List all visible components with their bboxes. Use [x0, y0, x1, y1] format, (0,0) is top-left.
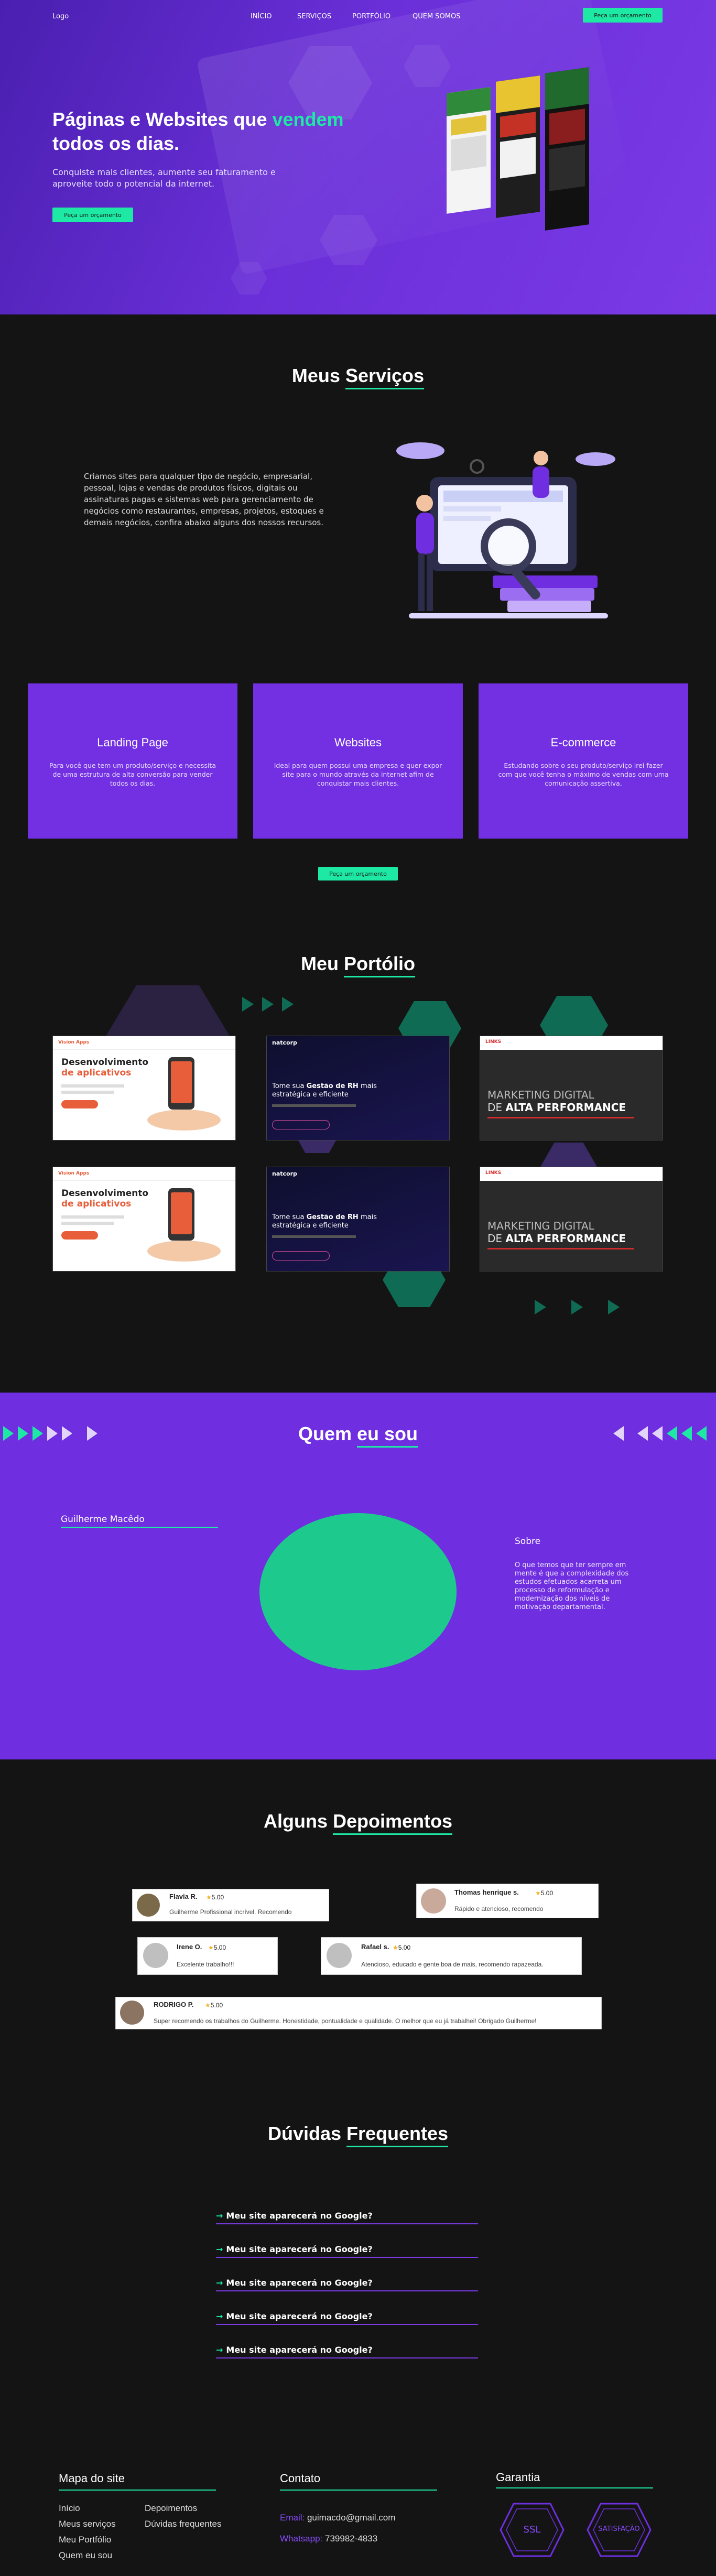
portfolio-item-apps-1[interactable]: Vision Apps Desenvolvimento de aplicativ… — [52, 1036, 236, 1140]
about-section: Quem eu sou Guilherme Macêdo Sobre O que… — [0, 1393, 716, 1759]
faq-item[interactable]: → Meu site aparecerá no Google? — [216, 2211, 478, 2224]
arrow-right-icon: → — [216, 2211, 223, 2221]
faq-item[interactable]: → Meu site aparecerá no Google? — [216, 2244, 478, 2258]
arrow-right-icon: → — [216, 2278, 223, 2288]
footer-link[interactable]: Início — [59, 2503, 80, 2514]
portfolio-item-natcorp-1[interactable]: natcorp Tome sua Gestão de RH mais estra… — [266, 1036, 450, 1140]
hero-section: Logo INÍCIO SERVIÇOS PORTFÓLIO QUEM SOMO… — [0, 0, 716, 314]
about-name: Guilherme Macêdo — [61, 1514, 145, 1525]
star-icon: ★ — [208, 1944, 214, 1951]
hero-subtitle: Conquiste mais clientes, aumente seu fat… — [52, 167, 276, 189]
about-photo-placeholder — [259, 1513, 457, 1670]
guarantee-title: Garantia — [496, 2471, 540, 2484]
footer: Mapa do site Início Meus serviços Meu Po… — [0, 2442, 716, 2576]
portfolio-item-apps-2[interactable]: Vision Apps Desenvolvimento de aplicativ… — [52, 1167, 236, 1271]
service-card-text: Ideal para quem possui uma empresa e que… — [274, 762, 442, 787]
footer-link[interactable]: Meus serviços — [59, 2519, 116, 2529]
contact-email[interactable]: Email: guimacdo@gmail.com — [280, 2513, 395, 2523]
ssl-badge-icon: SSL — [498, 2501, 566, 2559]
services-illustration — [388, 435, 619, 634]
contact-title: Contato — [280, 2472, 321, 2485]
service-card-text: Estudando sobre o seu produto/serviço ir… — [498, 762, 669, 787]
faq-item[interactable]: → Meu site aparecerá no Google? — [216, 2278, 478, 2291]
services-quote-button[interactable]: Peça um orçamento — [318, 867, 398, 881]
about-side-text: O que temos que ter sempre em mente é qu… — [515, 1561, 629, 1611]
nav-link-portfolio[interactable]: PORTFÓLIO — [352, 13, 390, 20]
mockup-page-1 — [447, 87, 491, 214]
faq-title: Dúvidas Frequentes — [0, 2123, 716, 2147]
mockup-page-3 — [545, 67, 589, 231]
contact-whatsapp[interactable]: Whatsapp: 739982-4833 — [280, 2534, 377, 2544]
nav-link-servicos[interactable]: SERVIÇOS — [297, 13, 331, 20]
testimonial-card: Flavia R. ★5.00 Guilherme Profissional i… — [132, 1889, 329, 1921]
faq-item[interactable]: → Meu site aparecerá no Google? — [216, 2345, 478, 2358]
testimonials-title: Alguns Depoimentos — [0, 1810, 716, 1835]
testimonial-card: Rafael s. ★5.00 Atencioso, educado e gen… — [321, 1937, 582, 1975]
hero-quote-button[interactable]: Peça um orçamento — [52, 208, 133, 222]
nav-link-quem-somos[interactable]: QUEM SOMOS — [413, 13, 461, 20]
mockup-page-2 — [496, 75, 540, 218]
footer-link[interactable]: Quem eu sou — [59, 2550, 112, 2561]
logo[interactable]: Logo — [52, 13, 69, 20]
avatar — [421, 1888, 446, 1914]
avatar — [137, 1894, 160, 1917]
avatar — [120, 2001, 144, 2025]
portfolio-item-natcorp-2[interactable]: natcorp Tome sua Gestão de RH mais estra… — [266, 1167, 450, 1271]
service-card-ecommerce[interactable]: E-commerce Estudando sobre o seu produto… — [479, 683, 688, 839]
service-card-websites[interactable]: Websites Ideal para quem possui uma empr… — [253, 683, 463, 839]
testimonial-card: RODRIGO P. ★5.00 Super recomendo os trab… — [115, 1997, 602, 2029]
arrow-right-icon: → — [216, 2244, 223, 2254]
services-title: Meus Serviços — [0, 365, 716, 389]
footer-link[interactable]: Dúvidas frequentes — [145, 2519, 221, 2529]
star-icon: ★ — [206, 1894, 212, 1901]
portfolio-item-links-1[interactable]: LINKS MARKETING DIGITAL DE ALTA PERFORMA… — [480, 1036, 663, 1140]
faq-item[interactable]: → Meu site aparecerá no Google? — [216, 2311, 478, 2325]
service-card-landing[interactable]: Landing Page Para você que tem um produt… — [28, 683, 237, 839]
hero-title: Páginas e Websites que vendem todos os di… — [52, 108, 344, 154]
services-text: Criamos sites para qualquer tipo de negó… — [84, 472, 324, 527]
sitemap-title: Mapa do site — [59, 2472, 125, 2485]
avatar — [327, 1943, 352, 1968]
service-card-title: Websites — [334, 736, 382, 749]
nav-link-inicio[interactable]: INÍCIO — [251, 13, 272, 20]
portfolio-item-links-2[interactable]: LINKS MARKETING DIGITAL DE ALTA PERFORMA… — [480, 1167, 663, 1271]
footer-link[interactable]: Depoimentos — [145, 2503, 197, 2514]
satisfaction-badge-icon: SATISFAÇÃO — [585, 2501, 653, 2559]
about-title: Quem eu sou — [0, 1423, 716, 1448]
arrow-right-icon: → — [216, 2311, 223, 2321]
arrow-right-icon: → — [216, 2345, 223, 2355]
footer-link[interactable]: Meu Portfólio — [59, 2535, 111, 2545]
service-card-title: Landing Page — [97, 736, 168, 749]
testimonial-card: Thomas henrique s. ★5.00 Rápido e atenci… — [416, 1884, 599, 1918]
portfolio-title: Meu Portólio — [0, 953, 716, 977]
about-side-title: Sobre — [515, 1536, 541, 1547]
testimonial-card: Irene O. ★5.00 Excelente trabalho!!! — [137, 1937, 278, 1975]
service-card-text: Para você que tem um produto/serviço e n… — [49, 762, 216, 787]
star-icon: ★ — [205, 2002, 211, 2009]
star-icon: ★ — [535, 1889, 541, 1897]
avatar — [143, 1943, 168, 1968]
nav-quote-button[interactable]: Peça um orçamento — [583, 8, 663, 23]
star-icon: ★ — [393, 1944, 398, 1951]
page: Logo INÍCIO SERVIÇOS PORTFÓLIO QUEM SOMO… — [0, 0, 716, 2576]
service-card-title: E-commerce — [550, 736, 616, 749]
